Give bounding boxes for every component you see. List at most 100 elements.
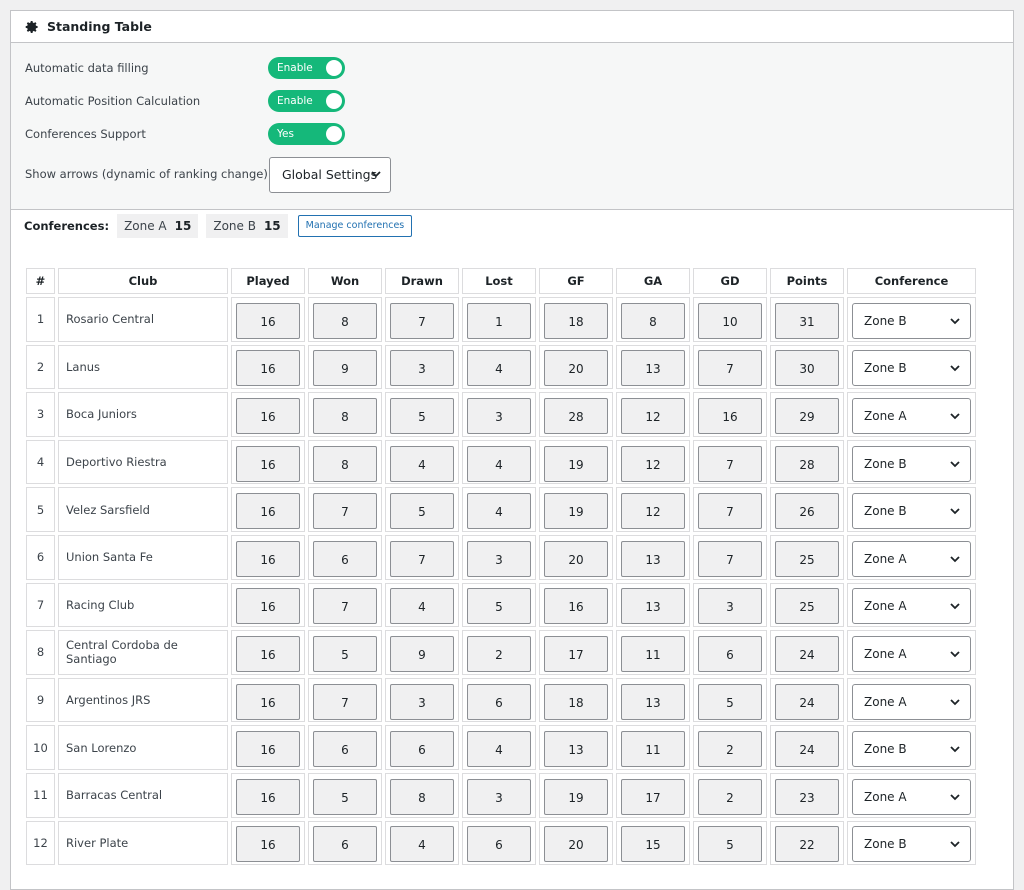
points-input[interactable]: 24 xyxy=(775,683,839,720)
conference-select[interactable]: Zone A xyxy=(852,683,971,720)
points-input[interactable]: 24 xyxy=(775,731,839,768)
won-input[interactable]: 8 xyxy=(313,302,377,339)
points-input[interactable]: 28 xyxy=(775,445,839,482)
played-input[interactable]: 16 xyxy=(236,731,300,768)
points-input[interactable]: 29 xyxy=(775,397,839,434)
ga-input[interactable]: 11 xyxy=(621,635,685,672)
conference-select[interactable]: Zone B xyxy=(852,826,971,863)
won-input[interactable]: 5 xyxy=(313,635,377,672)
ga-input[interactable]: 13 xyxy=(621,540,685,577)
drawn-input[interactable]: 4 xyxy=(390,588,454,625)
played-input[interactable]: 16 xyxy=(236,635,300,672)
gd-input[interactable]: 10 xyxy=(698,302,762,339)
played-input[interactable]: 16 xyxy=(236,302,300,339)
gd-input[interactable]: 7 xyxy=(698,445,762,482)
won-input[interactable]: 9 xyxy=(313,350,377,387)
points-input[interactable]: 24 xyxy=(775,635,839,672)
drawn-input[interactable]: 7 xyxy=(390,302,454,339)
gd-input[interactable]: 7 xyxy=(698,493,762,530)
lost-input[interactable]: 3 xyxy=(467,397,531,434)
gf-input[interactable]: 28 xyxy=(544,397,608,434)
points-input[interactable]: 22 xyxy=(775,826,839,863)
ga-input[interactable]: 17 xyxy=(621,778,685,815)
lost-input[interactable]: 2 xyxy=(467,635,531,672)
conferences-support-toggle[interactable]: Yes xyxy=(268,123,345,145)
conference-select[interactable]: Zone A xyxy=(852,397,971,434)
won-input[interactable]: 6 xyxy=(313,731,377,768)
gd-input[interactable]: 7 xyxy=(698,540,762,577)
gf-input[interactable]: 20 xyxy=(544,350,608,387)
ga-input[interactable]: 15 xyxy=(621,826,685,863)
show-arrows-select[interactable]: Global Settings xyxy=(269,157,391,193)
played-input[interactable]: 16 xyxy=(236,826,300,863)
points-input[interactable]: 31 xyxy=(775,302,839,339)
gd-input[interactable]: 6 xyxy=(698,635,762,672)
played-input[interactable]: 16 xyxy=(236,588,300,625)
gd-input[interactable]: 16 xyxy=(698,397,762,434)
gd-input[interactable]: 5 xyxy=(698,683,762,720)
played-input[interactable]: 16 xyxy=(236,397,300,434)
drawn-input[interactable]: 5 xyxy=(390,397,454,434)
won-input[interactable]: 8 xyxy=(313,445,377,482)
auto-position-toggle[interactable]: Enable xyxy=(268,90,345,112)
won-input[interactable]: 8 xyxy=(313,397,377,434)
gd-input[interactable]: 7 xyxy=(698,350,762,387)
ga-input[interactable]: 13 xyxy=(621,588,685,625)
conference-select[interactable]: Zone B xyxy=(852,445,971,482)
points-input[interactable]: 26 xyxy=(775,493,839,530)
drawn-input[interactable]: 8 xyxy=(390,778,454,815)
won-input[interactable]: 6 xyxy=(313,540,377,577)
gd-input[interactable]: 5 xyxy=(698,826,762,863)
lost-input[interactable]: 1 xyxy=(467,302,531,339)
gf-input[interactable]: 17 xyxy=(544,635,608,672)
gf-input[interactable]: 19 xyxy=(544,778,608,815)
gf-input[interactable]: 20 xyxy=(544,540,608,577)
gd-input[interactable]: 2 xyxy=(698,778,762,815)
ga-input[interactable]: 12 xyxy=(621,397,685,434)
ga-input[interactable]: 11 xyxy=(621,731,685,768)
ga-input[interactable]: 13 xyxy=(621,683,685,720)
gd-input[interactable]: 2 xyxy=(698,731,762,768)
ga-input[interactable]: 8 xyxy=(621,302,685,339)
gf-input[interactable]: 16 xyxy=(544,588,608,625)
conference-select[interactable]: Zone A xyxy=(852,588,971,625)
drawn-input[interactable]: 7 xyxy=(390,540,454,577)
gf-input[interactable]: 18 xyxy=(544,302,608,339)
lost-input[interactable]: 5 xyxy=(467,588,531,625)
conference-select[interactable]: Zone B xyxy=(852,731,971,768)
lost-input[interactable]: 3 xyxy=(467,540,531,577)
lost-input[interactable]: 4 xyxy=(467,350,531,387)
gf-input[interactable]: 20 xyxy=(544,826,608,863)
lost-input[interactable]: 6 xyxy=(467,683,531,720)
played-input[interactable]: 16 xyxy=(236,778,300,815)
drawn-input[interactable]: 9 xyxy=(390,635,454,672)
ga-input[interactable]: 12 xyxy=(621,445,685,482)
lost-input[interactable]: 6 xyxy=(467,826,531,863)
lost-input[interactable]: 4 xyxy=(467,731,531,768)
played-input[interactable]: 16 xyxy=(236,445,300,482)
drawn-input[interactable]: 4 xyxy=(390,445,454,482)
auto-fill-toggle[interactable]: Enable xyxy=(268,57,345,79)
gf-input[interactable]: 19 xyxy=(544,493,608,530)
points-input[interactable]: 30 xyxy=(775,350,839,387)
gf-input[interactable]: 13 xyxy=(544,731,608,768)
points-input[interactable]: 23 xyxy=(775,778,839,815)
lost-input[interactable]: 4 xyxy=(467,445,531,482)
won-input[interactable]: 7 xyxy=(313,683,377,720)
ga-input[interactable]: 12 xyxy=(621,493,685,530)
conference-select[interactable]: Zone A xyxy=(852,540,971,577)
gd-input[interactable]: 3 xyxy=(698,588,762,625)
lost-input[interactable]: 3 xyxy=(467,778,531,815)
won-input[interactable]: 5 xyxy=(313,778,377,815)
ga-input[interactable]: 13 xyxy=(621,350,685,387)
conference-select[interactable]: Zone B xyxy=(852,493,971,530)
drawn-input[interactable]: 5 xyxy=(390,493,454,530)
drawn-input[interactable]: 3 xyxy=(390,350,454,387)
gf-input[interactable]: 18 xyxy=(544,683,608,720)
conference-select[interactable]: Zone A xyxy=(852,635,971,672)
points-input[interactable]: 25 xyxy=(775,540,839,577)
won-input[interactable]: 7 xyxy=(313,588,377,625)
played-input[interactable]: 16 xyxy=(236,683,300,720)
lost-input[interactable]: 4 xyxy=(467,493,531,530)
manage-conferences-button[interactable]: Manage conferences xyxy=(297,215,413,237)
